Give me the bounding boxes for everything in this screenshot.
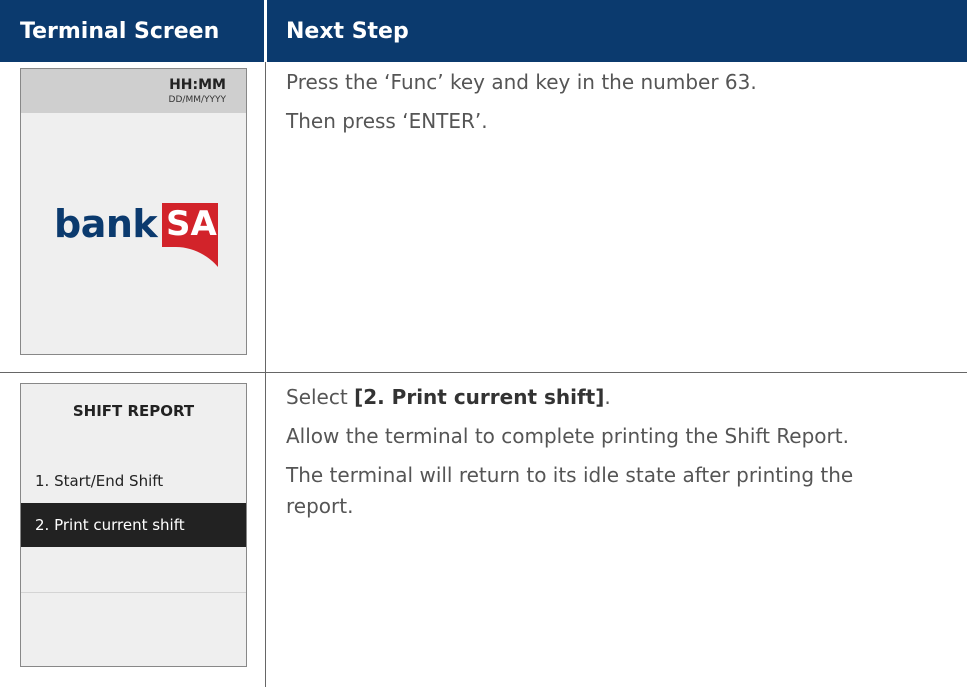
terminal-time: HH:MM — [169, 77, 226, 93]
step-instruction-select: Select [2. Print current shift]. — [286, 383, 611, 411]
logo-word-bank: bank — [54, 202, 158, 246]
terminal-screen-idle: HH:MM DD/MM/YYYY bank SA — [20, 68, 247, 355]
header-next-step: Next Step — [286, 19, 409, 44]
logo-word-sa: SA — [166, 204, 217, 244]
menu-item-print-current-shift: 2. Print current shift — [21, 503, 246, 547]
terminal-separator — [21, 592, 246, 593]
terminal-screen-shift-report: SHIFT REPORT 1. Start/End Shift 2. Print… — [20, 383, 247, 667]
terminal-date: DD/MM/YYYY — [168, 95, 226, 105]
menu-item-start-end-shift: 1. Start/End Shift — [35, 472, 164, 490]
step-text: Select — [286, 385, 355, 409]
terminal-menu-title: SHIFT REPORT — [72, 402, 195, 420]
step-instruction: Allow the terminal to complete printing … — [286, 424, 849, 448]
table-header: Terminal Screen Next Step — [0, 0, 967, 62]
step-instruction: Press the ‘Func’ key and key in the numb… — [286, 70, 757, 94]
step-instruction: Then press ‘ENTER’. — [286, 109, 488, 133]
header-divider — [264, 0, 267, 62]
header-terminal-screen: Terminal Screen — [20, 19, 220, 44]
banksa-logo: bank SA — [54, 197, 218, 269]
step-instruction: The terminal will return to its idle sta… — [286, 463, 854, 487]
step-instruction: report. — [286, 494, 354, 518]
step-option-highlight: [2. Print current shift] — [354, 385, 605, 409]
step-text: . — [604, 385, 611, 409]
column-divider — [265, 62, 266, 687]
terminal-status-bar: HH:MM DD/MM/YYYY — [21, 69, 246, 113]
row-divider — [0, 372, 967, 373]
